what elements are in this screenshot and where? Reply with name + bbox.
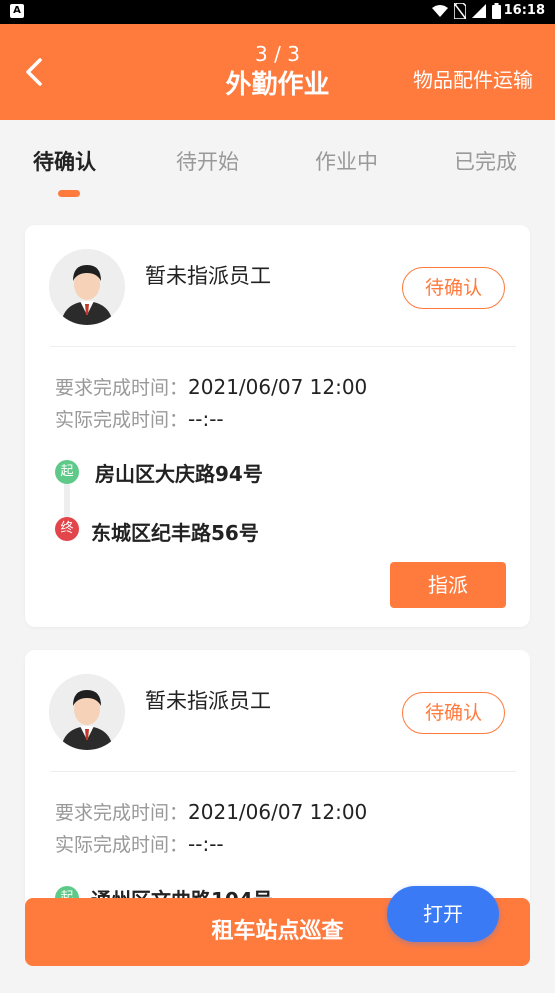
- tab-pending-confirm[interactable]: 待确认: [33, 146, 96, 176]
- actual-time-label: 实际完成时间：: [55, 409, 189, 431]
- required-time-value: 2021/06/07 12:00: [188, 375, 368, 399]
- required-time-label: 要求完成时间：: [55, 377, 189, 399]
- start-point-icon: 起: [55, 460, 79, 484]
- card-divider: [50, 771, 516, 772]
- employee-name: 暂未指派员工: [145, 264, 271, 288]
- tab-in-progress[interactable]: 作业中: [315, 146, 378, 176]
- task-card[interactable]: 暂未指派员工 待确认 要求完成时间：2021/06/07 12:00 实际完成时…: [25, 225, 530, 627]
- page-indicator: 3 / 3: [255, 42, 300, 66]
- actual-time-row: 实际完成时间：--:--: [55, 405, 224, 432]
- actual-time-row: 实际完成时间：--:--: [55, 830, 224, 857]
- end-point-icon: 终: [55, 517, 79, 541]
- start-address: 房山区大庆路94号: [95, 462, 263, 486]
- signal-icon: [472, 4, 486, 18]
- task-card[interactable]: 暂未指派员工 待确认 要求完成时间：2021/06/07 12:00 实际完成时…: [25, 650, 530, 910]
- active-tab-indicator: [58, 190, 80, 197]
- user-avatar-icon: [49, 674, 125, 750]
- tab-pending-start[interactable]: 待开始: [176, 146, 239, 176]
- user-avatar-icon: [49, 249, 125, 325]
- required-time-label: 要求完成时间：: [55, 802, 189, 824]
- actual-time-value: --:--: [188, 407, 224, 431]
- employee-name: 暂未指派员工: [145, 689, 271, 713]
- required-time-row: 要求完成时间：2021/06/07 12:00: [55, 373, 367, 400]
- app-header: 3 / 3 外勤作业 物品配件运输: [0, 24, 555, 120]
- status-time: 16:18: [503, 3, 545, 18]
- route-connector: [64, 482, 70, 518]
- no-sim-icon: [454, 3, 466, 19]
- status-badge: 待确认: [402, 692, 505, 734]
- actual-time-label: 实际完成时间：: [55, 834, 189, 856]
- status-badge: 待确认: [402, 267, 505, 309]
- end-address: 东城区纪丰路56号: [91, 521, 259, 545]
- wifi-icon: [432, 5, 448, 17]
- avatar: [49, 674, 125, 750]
- goods-transport-link[interactable]: 物品配件运输: [413, 64, 533, 93]
- required-time-row: 要求完成时间：2021/06/07 12:00: [55, 798, 367, 825]
- open-fab-button[interactable]: 打开: [387, 886, 499, 942]
- required-time-value: 2021/06/07 12:00: [188, 800, 368, 824]
- status-bar: A 16:18: [0, 0, 555, 24]
- actual-time-value: --:--: [188, 832, 224, 856]
- status-tabs: 待确认 待开始 作业中 已完成: [0, 120, 555, 200]
- status-icons: [432, 3, 501, 19]
- app-notification-icon: A: [10, 4, 24, 18]
- avatar: [49, 249, 125, 325]
- battery-icon: [492, 3, 501, 19]
- tab-completed[interactable]: 已完成: [454, 146, 517, 176]
- card-divider: [50, 346, 516, 347]
- assign-button[interactable]: 指派: [390, 562, 506, 608]
